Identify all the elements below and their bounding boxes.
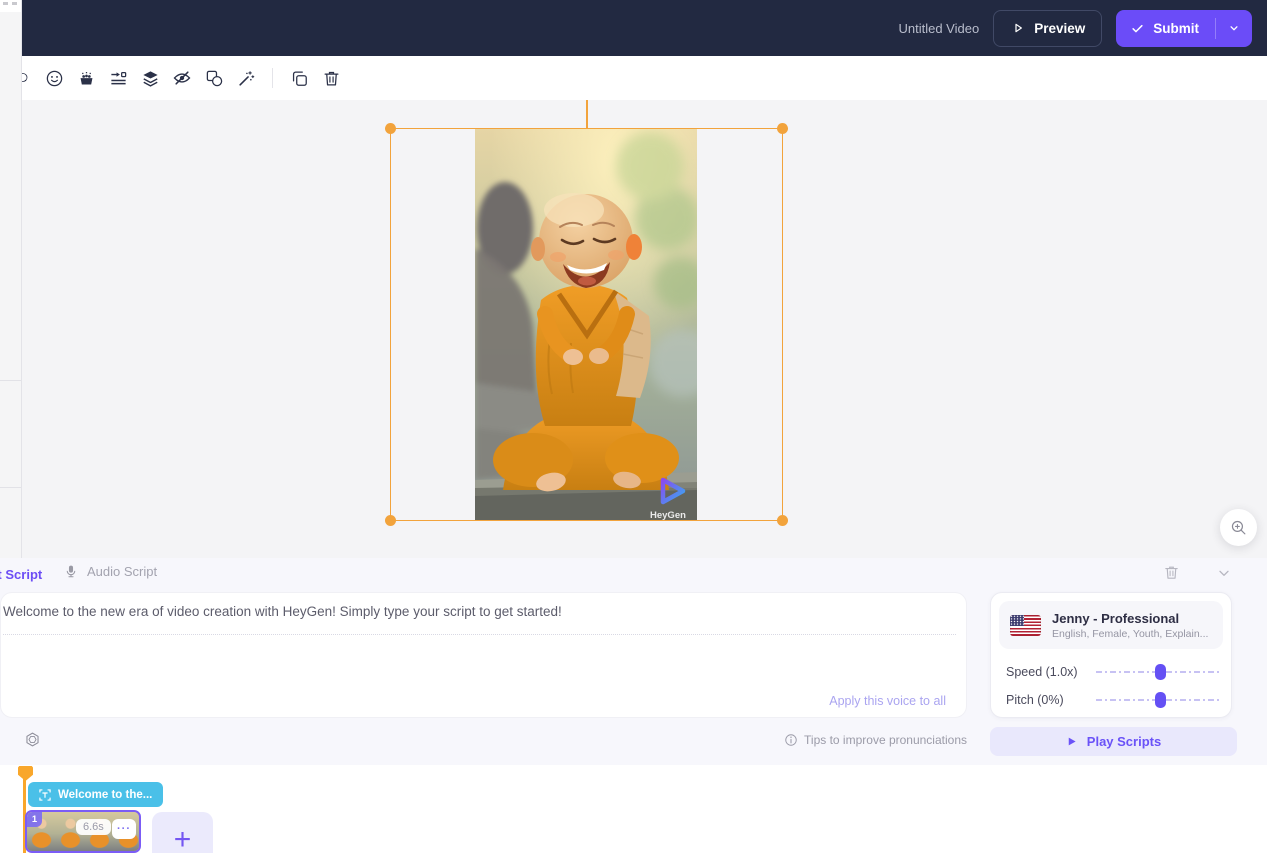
pronunciation-tips[interactable]: Tips to improve pronunciations xyxy=(784,733,967,747)
hide-icon[interactable] xyxy=(168,64,196,92)
element-toolbar xyxy=(22,56,1267,100)
add-scene-button[interactable]: + xyxy=(152,812,213,853)
top-bar: Untitled Video Preview Submit xyxy=(22,0,1267,56)
us-flag-icon xyxy=(1010,615,1041,636)
voice-settings-card: Jenny - Professional English, Female, Yo… xyxy=(990,592,1232,718)
trash-icon[interactable] xyxy=(317,64,345,92)
speed-label: Speed (1.0x) xyxy=(1006,665,1096,679)
script-actions xyxy=(1163,564,1232,581)
delete-script-icon[interactable] xyxy=(1163,564,1180,581)
chevron-down-icon xyxy=(1227,21,1241,35)
script-footer: Tips to improve pronunciations Play Scri… xyxy=(0,718,1267,765)
selection-handle-nw[interactable] xyxy=(385,123,396,134)
heygen-video-editor: Untitled Video Preview Submit xyxy=(0,0,1267,853)
preview-label: Preview xyxy=(1034,21,1085,36)
play-icon xyxy=(1066,736,1077,747)
script-tabs-strip: Text Script Audio Script xyxy=(0,558,1267,592)
check-icon xyxy=(1130,21,1145,36)
play-scripts-label: Play Scripts xyxy=(1087,734,1161,749)
left-panel-edge xyxy=(0,0,22,558)
layers-icon[interactable] xyxy=(136,64,164,92)
submit-dropdown-button[interactable] xyxy=(1216,10,1252,47)
video-title: Untitled Video xyxy=(898,21,979,36)
speed-row: Speed (1.0x) xyxy=(1006,664,1221,680)
submit-main[interactable]: Submit xyxy=(1116,10,1215,47)
text-layer-icon xyxy=(39,789,51,801)
script-editor[interactable]: Welcome to the new era of video creation… xyxy=(0,592,967,718)
info-icon xyxy=(784,733,798,747)
plus-icon: + xyxy=(174,825,192,853)
magnifier-plus-icon xyxy=(1230,519,1247,536)
toolbar-separator xyxy=(272,68,273,88)
submit-label: Submit xyxy=(1153,21,1199,36)
play-outline-icon xyxy=(1010,20,1026,36)
panel-divider xyxy=(0,380,21,381)
duplicate-icon[interactable] xyxy=(285,64,313,92)
caption-track-pill[interactable]: Welcome to the... xyxy=(28,782,163,807)
tab-audio-script[interactable]: Audio Script xyxy=(64,564,157,579)
clip-more-button[interactable]: ··· xyxy=(112,819,136,839)
pitch-label: Pitch (0%) xyxy=(1006,693,1096,707)
pitch-row: Pitch (0%) xyxy=(1006,692,1221,708)
selection-box[interactable] xyxy=(390,128,783,521)
selection-handle-ne[interactable] xyxy=(777,123,788,134)
preview-button[interactable]: Preview xyxy=(993,10,1102,47)
apply-voice-link[interactable]: Apply this voice to all xyxy=(829,694,946,708)
script-ruled-line xyxy=(3,634,956,635)
caption-label: Welcome to the... xyxy=(58,789,152,801)
panel-mark xyxy=(12,2,17,5)
panel-mark xyxy=(3,2,8,5)
panel-divider xyxy=(0,487,21,488)
shapes-icon[interactable] xyxy=(200,64,228,92)
selection-handle-se[interactable] xyxy=(777,515,788,526)
tab-text-script[interactable]: Text Script xyxy=(0,567,42,582)
pitch-slider[interactable] xyxy=(1096,692,1221,708)
script-text[interactable]: Welcome to the new era of video creation… xyxy=(3,602,950,622)
microphone-icon xyxy=(64,564,78,579)
voice-attributes: English, Female, Youth, Explain... xyxy=(1052,628,1208,640)
selection-rotation-line xyxy=(586,100,588,129)
gpt-assistant-icon[interactable] xyxy=(21,728,43,750)
clip-duration: 6.6s xyxy=(76,819,111,835)
canvas-zoom-button[interactable] xyxy=(1220,509,1257,546)
scene-clip[interactable]: 1 6.6s ··· xyxy=(25,810,141,853)
transition-icon[interactable] xyxy=(104,64,132,92)
submit-button[interactable]: Submit xyxy=(1116,10,1252,47)
scene-audience-icon[interactable] xyxy=(72,64,100,92)
selection-handle-sw[interactable] xyxy=(385,515,396,526)
tips-label: Tips to improve pronunciations xyxy=(804,733,967,747)
speed-slider-thumb[interactable] xyxy=(1155,664,1166,680)
collapse-panel-icon[interactable] xyxy=(1216,565,1232,581)
play-scripts-button[interactable]: Play Scripts xyxy=(990,727,1237,756)
emoji-icon[interactable] xyxy=(40,64,68,92)
speed-slider[interactable] xyxy=(1096,664,1221,680)
voice-icon[interactable] xyxy=(22,64,34,92)
voice-name: Jenny - Professional xyxy=(1052,610,1208,628)
pitch-slider-thumb[interactable] xyxy=(1155,692,1166,708)
audio-script-label: Audio Script xyxy=(87,564,157,579)
voice-selector[interactable]: Jenny - Professional English, Female, Yo… xyxy=(999,601,1223,649)
timeline: Welcome to the... 1 6.6s ··· + xyxy=(0,765,1267,853)
scene-number-badge: 1 xyxy=(27,812,42,827)
editor-canvas[interactable]: HeyGen xyxy=(22,100,1267,558)
script-panel: Text Script Audio Script Welcome to th xyxy=(0,558,1267,765)
magic-wand-icon[interactable] xyxy=(232,64,260,92)
